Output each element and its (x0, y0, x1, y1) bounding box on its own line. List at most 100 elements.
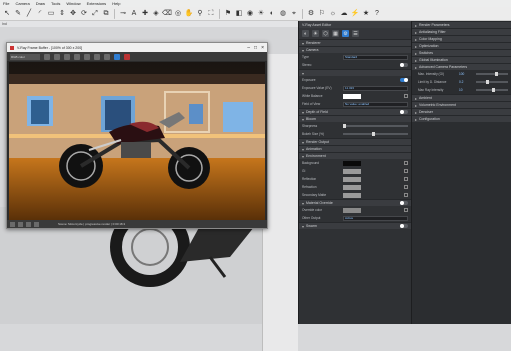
materials-tab-icon[interactable]: ◐ (302, 30, 309, 37)
settings-section[interactable]: ▾ Depth of Field (299, 108, 411, 115)
settings-section[interactable]: ▸ Color Mapping (412, 35, 511, 42)
clear-icon[interactable] (64, 53, 70, 60)
settings-section[interactable]: ▸ Render Parameters (412, 21, 511, 28)
stats-icon[interactable] (34, 221, 39, 227)
stop-icon[interactable] (124, 53, 130, 60)
channel-select[interactable]: RGB color (10, 53, 40, 60)
setting-slider[interactable] (343, 132, 408, 136)
eraser-icon[interactable]: ⌫ (162, 9, 172, 19)
settings-section[interactable]: ▾ Camera (299, 46, 411, 53)
text-icon[interactable]: A (129, 9, 139, 19)
settings-section[interactable]: ▾ Renderer (299, 39, 411, 46)
orbit-icon[interactable]: ◎ (173, 9, 183, 19)
slider-knob[interactable] (485, 80, 489, 84)
setting-slider[interactable] (476, 88, 508, 92)
save-icon[interactable] (44, 53, 50, 60)
history-icon[interactable] (74, 53, 80, 60)
slider-knob[interactable] (492, 88, 495, 92)
settings-section[interactable]: ▸ Optimization (412, 42, 511, 49)
settings-section[interactable]: ▸ Switches (412, 49, 511, 56)
color-swatch[interactable] (343, 160, 361, 166)
lights-tab-icon[interactable]: ☀ (312, 30, 319, 37)
menu-item-file[interactable]: File (3, 1, 9, 6)
compare-icon[interactable] (84, 53, 90, 60)
rectangle-icon[interactable]: ▭ (46, 9, 56, 19)
select-icon[interactable]: ↖ (2, 9, 12, 19)
section-icon[interactable]: ◧ (234, 9, 244, 19)
setting-value-field[interactable]: 11.323 (343, 85, 408, 91)
settings-section[interactable]: ▸ Advanced Camera Parameters (412, 63, 511, 70)
color-swatch[interactable] (343, 176, 361, 182)
frame-buffer-window[interactable]: V-Ray Frame Buffer - [100% of 300 x 200]… (6, 42, 268, 229)
settings-section[interactable]: ▸ Volumetric Environment (412, 101, 511, 108)
render-icon[interactable]: ◉ (245, 9, 255, 19)
settings-section[interactable]: ▾ Render Output (299, 138, 411, 145)
star-icon[interactable]: ★ (361, 9, 371, 19)
setting-value-field[interactable]: Standard (343, 54, 408, 60)
settings-icon[interactable]: ⚙ (306, 9, 316, 19)
color-swatch[interactable] (343, 184, 361, 190)
region-icon[interactable] (94, 53, 100, 60)
settings-section[interactable]: ▸ Global Illumination (412, 56, 511, 63)
color-correct-icon[interactable] (26, 221, 31, 227)
arc-icon[interactable]: ◜ (35, 9, 45, 19)
cloud-icon[interactable]: ☁ (339, 9, 349, 19)
flag-icon[interactable]: ⚐ (317, 9, 327, 19)
enable-checkbox[interactable] (404, 94, 408, 98)
enable-checkbox[interactable] (404, 177, 408, 181)
environment-icon[interactable]: ◍ (278, 9, 288, 19)
settings-section[interactable]: ▸ Ambient (412, 94, 511, 101)
geometry-tab-icon[interactable]: ⬡ (322, 30, 329, 37)
setting-value[interactable]: 100 (459, 72, 473, 76)
render-start-icon[interactable] (114, 53, 120, 60)
tape-icon[interactable]: ⊸ (118, 9, 128, 19)
camera-icon[interactable]: ⌖ (289, 9, 299, 19)
light-icon[interactable]: ☀ (256, 9, 266, 19)
maximize-icon[interactable]: □ (254, 45, 257, 51)
setting-slider[interactable] (476, 72, 508, 76)
section-toggle[interactable] (400, 201, 408, 205)
setting-toggle[interactable] (400, 63, 408, 67)
settings-tab-icon[interactable]: ☰ (352, 30, 359, 37)
enable-checkbox[interactable] (404, 169, 408, 173)
paint-icon[interactable]: ◈ (151, 9, 161, 19)
help-icon[interactable]: ? (372, 9, 382, 19)
section-toggle[interactable] (400, 110, 408, 114)
menu-item-camera[interactable]: Camera (15, 1, 29, 6)
rotate-icon[interactable]: ⟳ (79, 9, 89, 19)
frame-buffer-titlebar[interactable]: V-Ray Frame Buffer - [100% of 300 x 200]… (7, 43, 267, 52)
material-icon[interactable]: ◐ (267, 9, 277, 19)
setting-value-field[interactable]: Active (343, 215, 408, 221)
section-toggle[interactable] (400, 224, 408, 228)
color-swatch[interactable] (343, 207, 361, 213)
zoom-extents-icon[interactable]: ⛶ (206, 9, 216, 19)
pencil-icon[interactable]: ✎ (13, 9, 23, 19)
settings-section[interactable]: ▾ Animation (299, 145, 411, 152)
textures-tab-icon[interactable]: ▦ (332, 30, 339, 37)
menu-item-draw[interactable]: Draw (36, 1, 45, 6)
setting-value[interactable]: 10 (459, 88, 473, 92)
layers-icon[interactable] (18, 221, 23, 227)
menu-item-extensions[interactable]: Extensions (87, 1, 107, 6)
slider-knob[interactable] (372, 132, 376, 136)
setting-slider[interactable] (476, 80, 508, 84)
settings-section[interactable]: ▾ Material Override (299, 199, 411, 206)
settings-section[interactable]: ▸ Denoiser (412, 108, 511, 115)
lock-icon[interactable] (10, 221, 15, 227)
axes-icon[interactable]: ✚ (140, 9, 150, 19)
enable-checkbox[interactable] (404, 185, 408, 189)
setting-value[interactable]: 0.2 (459, 80, 473, 84)
color-swatch[interactable] (343, 93, 361, 99)
settings-section[interactable]: ▾ Swarm (299, 222, 411, 229)
setting-slider[interactable] (343, 124, 408, 128)
settings-section[interactable]: ▸ Antialiasing Filter (412, 28, 511, 35)
line-icon[interactable]: ╱ (24, 9, 34, 19)
bolt-icon[interactable]: ⚡ (350, 9, 360, 19)
copy-icon[interactable] (54, 53, 60, 60)
push-pull-icon[interactable]: ⇕ (57, 9, 67, 19)
render-tab-icon[interactable]: ⚙ (342, 30, 349, 37)
enable-checkbox[interactable] (404, 161, 408, 165)
close-icon[interactable]: × (261, 45, 264, 51)
scale-icon[interactable]: ⤢ (90, 9, 100, 19)
menu-item-window[interactable]: Window (66, 1, 80, 6)
